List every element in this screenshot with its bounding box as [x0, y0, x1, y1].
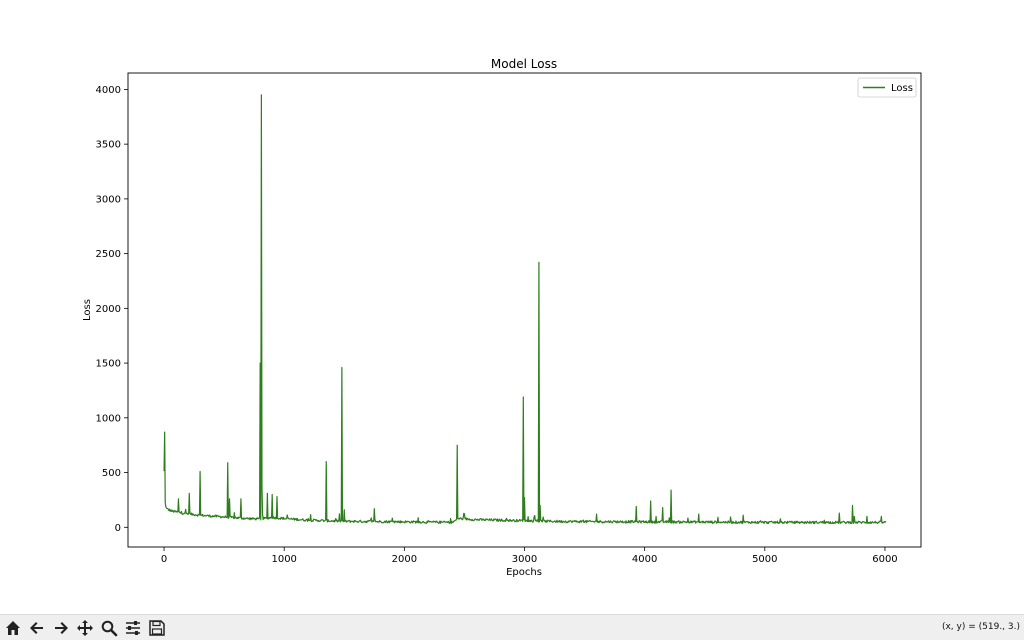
figure: Model Loss 0 1000 2000 3000 4000 5000 6000 0 500…	[0, 0, 1024, 614]
forward-arrow-icon	[55, 622, 68, 634]
loss-series-line	[163, 94, 887, 525]
x-axis-label: Epochs	[506, 567, 542, 578]
pan-button[interactable]	[74, 618, 96, 638]
zoom-icon	[101, 620, 118, 637]
legend: Loss	[857, 77, 917, 98]
x-tick-label: 1000	[271, 554, 296, 565]
y-tick-label: 2500	[96, 249, 121, 260]
x-tick-label: 4000	[632, 554, 657, 565]
y-tick-label: 3500	[96, 140, 121, 151]
chart-title: Model Loss	[491, 57, 557, 71]
navigation-toolbar: (x, y) = (519., 3.)	[0, 614, 1024, 640]
y-axis-label: Loss	[82, 299, 93, 321]
y-tick-label: 0	[115, 523, 121, 534]
x-tick-label: 0	[161, 554, 167, 565]
y-tick-label: 500	[102, 468, 121, 479]
save-button[interactable]	[146, 618, 168, 638]
back-button[interactable]	[26, 618, 48, 638]
x-tick-label: 6000	[872, 554, 897, 565]
home-icon	[6, 621, 20, 635]
y-tick-label: 2000	[96, 304, 121, 315]
configure-subplots-icon	[126, 621, 140, 635]
x-tick-label: 5000	[752, 554, 777, 565]
home-button[interactable]	[2, 618, 24, 638]
y-tick-label: 3000	[96, 194, 121, 205]
configure-subplots-button[interactable]	[122, 618, 144, 638]
back-arrow-icon	[30, 622, 43, 634]
cursor-coordinates: (x, y) = (519., 3.)	[941, 622, 1020, 632]
x-tick-label: 3000	[512, 554, 537, 565]
legend-label: Loss	[891, 83, 913, 94]
y-tick-label: 1500	[96, 359, 121, 370]
save-icon	[149, 620, 165, 636]
zoom-button[interactable]	[98, 618, 120, 638]
axis-ticks: 0 1000 2000 3000 4000 5000 6000 0 500 1000 1500 200…	[96, 85, 898, 565]
x-tick-label: 2000	[392, 554, 417, 565]
y-tick-label: 1000	[96, 413, 121, 424]
loss-chart: Model Loss 0 1000 2000 3000 4000 5000 6000 0 500…	[82, 57, 922, 578]
pan-icon	[77, 620, 93, 636]
y-tick-label: 4000	[96, 85, 121, 96]
axes-frame	[127, 72, 922, 548]
forward-button[interactable]	[50, 618, 72, 638]
